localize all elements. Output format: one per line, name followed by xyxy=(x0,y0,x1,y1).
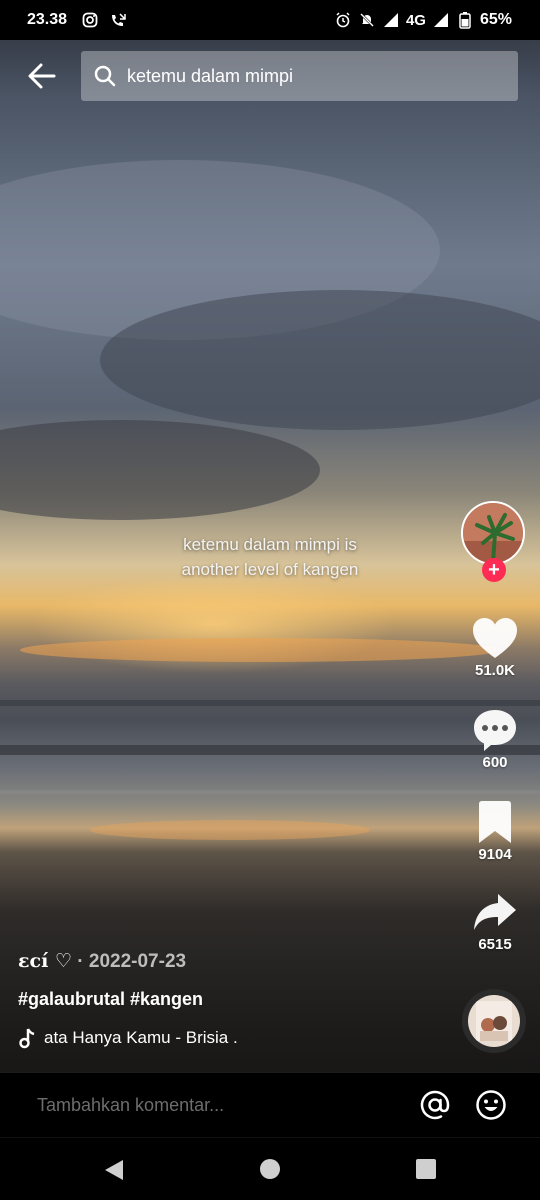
creator-avatar[interactable] xyxy=(461,501,525,565)
alarm-icon xyxy=(334,11,352,29)
video-background[interactable] xyxy=(0,0,540,1200)
post-meta: εcí ♡ · 2022-07-23 xyxy=(18,950,186,973)
post-date: 2022-07-23 xyxy=(88,951,187,972)
network-type: 4G xyxy=(405,11,426,29)
comment-bar: Tambahkan komentar... xyxy=(0,1072,540,1137)
comment-input[interactable]: Tambahkan komentar... xyxy=(37,1095,224,1116)
heart-icon xyxy=(473,618,517,658)
bookmark-icon xyxy=(479,801,511,843)
follow-button[interactable]: + xyxy=(482,558,506,582)
search-query: ketemu dalam mimpi xyxy=(127,65,294,86)
signal-icon xyxy=(382,11,400,29)
bookmark-count: 9104 xyxy=(478,846,512,863)
back-button[interactable] xyxy=(26,60,60,92)
video-caption-line2: another level of kangen xyxy=(181,560,359,579)
comment-icon xyxy=(474,710,516,751)
back-arrow-icon xyxy=(28,63,56,89)
like-button[interactable]: 51.0K xyxy=(460,616,530,679)
video-caption: ketemu dalam mimpi is another level of k… xyxy=(140,532,400,582)
share-icon xyxy=(474,894,516,930)
video-caption-line1: ketemu dalam mimpi is xyxy=(183,535,357,554)
search-icon xyxy=(94,65,116,87)
battery-percent: 65% xyxy=(479,11,512,28)
nav-back-icon[interactable] xyxy=(103,1158,125,1182)
mute-icon xyxy=(358,11,376,29)
status-bar: 23.38 4G 65% xyxy=(0,0,540,40)
emoji-icon[interactable] xyxy=(475,1089,507,1121)
at-icon[interactable] xyxy=(419,1089,451,1121)
status-time: 23.38 xyxy=(27,11,68,28)
nav-recents-icon[interactable] xyxy=(415,1158,437,1180)
music-info[interactable]: ata Hanya Kamu - Brisia . xyxy=(18,1027,273,1049)
comment-button[interactable]: 600 xyxy=(460,708,530,771)
username[interactable]: εcí ♡ xyxy=(18,950,72,972)
search-bar[interactable]: ketemu dalam mimpi xyxy=(81,51,518,101)
bookmark-button[interactable]: 9104 xyxy=(460,800,530,863)
music-note-icon xyxy=(19,1028,35,1049)
hashtags[interactable]: #galaubrutal #kangen xyxy=(18,989,203,1010)
system-nav-bar xyxy=(0,1138,540,1200)
share-button[interactable]: 6515 xyxy=(460,890,530,953)
battery-icon xyxy=(456,11,474,29)
missed-call-icon xyxy=(109,11,127,29)
share-count: 6515 xyxy=(478,936,512,953)
comment-count: 600 xyxy=(482,754,508,771)
nav-home-icon[interactable] xyxy=(259,1158,281,1180)
music-title: ata Hanya Kamu - Brisia . xyxy=(44,1028,238,1047)
instagram-icon xyxy=(81,11,99,29)
search-header: ketemu dalam mimpi xyxy=(0,50,540,102)
meta-separator: · xyxy=(72,951,89,972)
like-count: 51.0K xyxy=(474,662,516,679)
wifi-icon xyxy=(432,11,450,29)
music-disc[interactable] xyxy=(462,989,526,1053)
